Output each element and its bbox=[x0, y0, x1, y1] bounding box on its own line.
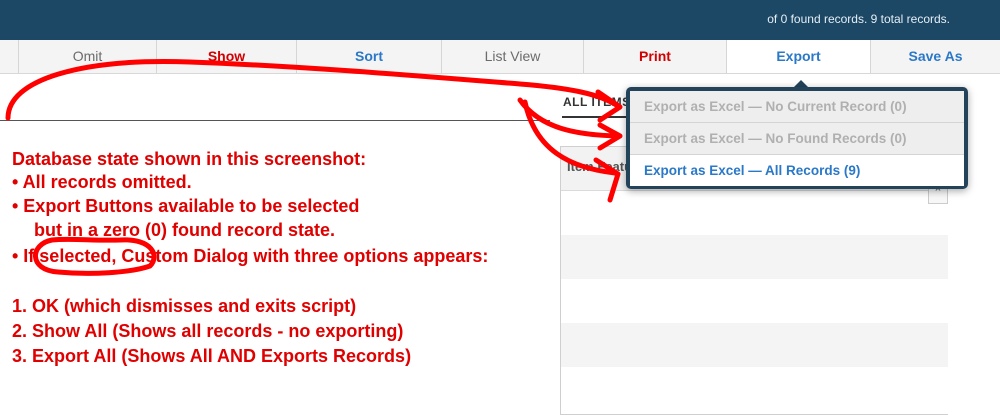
arrow-head-low bbox=[593, 157, 621, 203]
red-annotation-arrows bbox=[5, 59, 623, 276]
circle-if-selected bbox=[33, 236, 157, 276]
arrow-head-top bbox=[595, 89, 623, 123]
